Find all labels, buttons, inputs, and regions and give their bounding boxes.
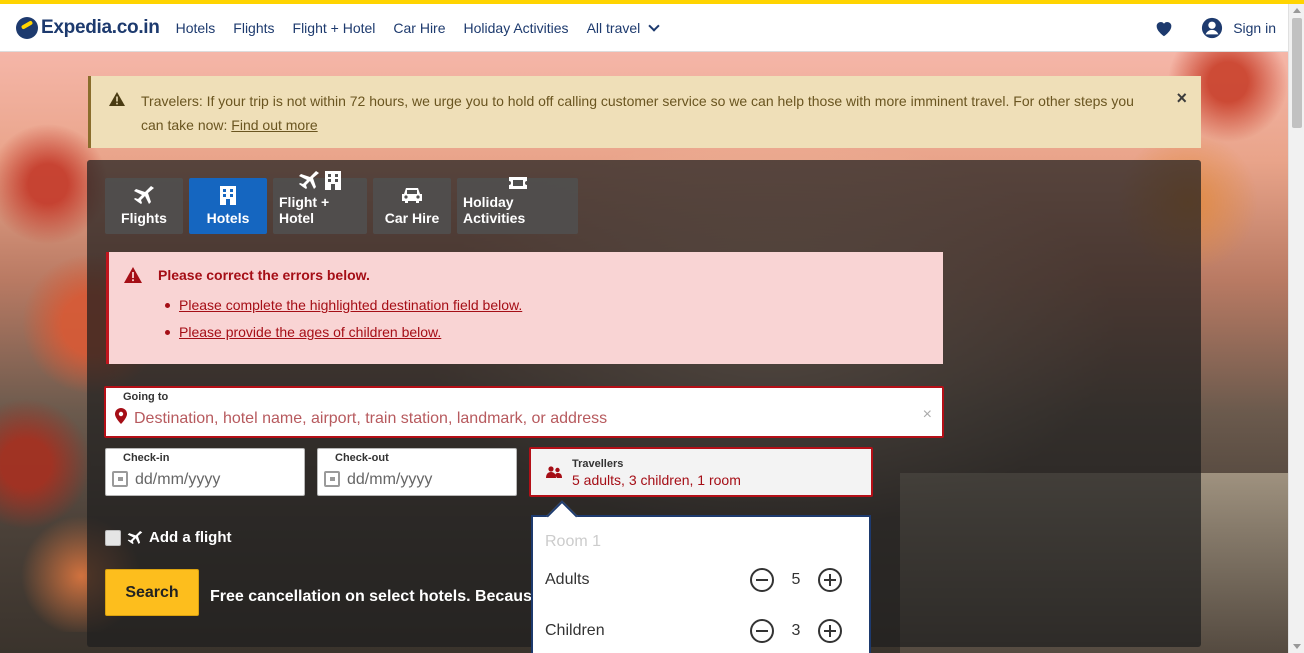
check-out-input[interactable] (347, 469, 507, 491)
travellers-popup: Room 1 Adults 5 Children 3 (531, 500, 871, 653)
adults-count: 5 (791, 571, 801, 588)
check-in-field[interactable]: Check-in (105, 448, 305, 496)
travellers-label: Travellers (572, 458, 624, 470)
minus-icon (756, 579, 768, 581)
add-flight-checkbox[interactable] (105, 529, 121, 546)
decrease-adults-button[interactable] (750, 568, 774, 592)
main-nav: Hotels Flights Flight + Hotel Car Hire H… (176, 20, 677, 36)
logo-icon (16, 16, 38, 39)
nav-hotels[interactable]: Hotels (176, 20, 216, 36)
error-list: Please complete the highlighted destinat… (164, 297, 522, 351)
nav-car-hire[interactable]: Car Hire (393, 20, 445, 36)
nav-all-travel-label: All travel (586, 19, 641, 36)
expedia-logo[interactable]: Expedia.co.in (16, 16, 160, 39)
plane-icon (127, 530, 143, 545)
plane-hotel-icon (298, 170, 342, 190)
scroll-down-icon[interactable] (1293, 644, 1301, 649)
plane-icon (133, 184, 155, 206)
travellers-field[interactable]: Travellers 5 adults, 3 children, 1 room (529, 447, 873, 497)
children-count: 3 (791, 622, 801, 639)
car-icon (401, 184, 423, 206)
increase-children-button[interactable] (818, 619, 842, 643)
warning-icon (109, 92, 125, 106)
tab-car-hire[interactable]: Car Hire (373, 178, 451, 234)
nav-flights[interactable]: Flights (233, 20, 274, 36)
ticket-icon (508, 176, 528, 190)
scroll-thumb[interactable] (1292, 18, 1302, 128)
user-icon[interactable] (1201, 17, 1223, 39)
error-children-ages-link[interactable]: Please provide the ages of children belo… (179, 324, 441, 340)
adults-row: Adults 5 (545, 567, 845, 593)
logo-text: Expedia.co.in (41, 16, 160, 38)
destination-label: Going to (123, 391, 169, 403)
find-out-more-link[interactable]: Find out more (231, 117, 317, 133)
destination-input[interactable] (134, 408, 894, 430)
hotel-icon (219, 184, 237, 206)
tab-flight-hotel[interactable]: Flight + Hotel (273, 171, 367, 234)
adults-label: Adults (545, 571, 590, 588)
page-scrollbar[interactable] (1288, 4, 1304, 653)
tab-hotels-label: Hotels (206, 210, 250, 226)
site-header: Expedia.co.in Hotels Flights Flight + Ho… (0, 4, 1288, 52)
tab-holiday-activities[interactable]: Holiday Activities (457, 176, 578, 234)
children-row: Children 3 (545, 618, 845, 644)
advisory-text: Travelers: If your trip is not within 72… (141, 89, 1141, 137)
scroll-up-icon[interactable] (1293, 8, 1301, 13)
error-item: Please provide the ages of children belo… (164, 324, 522, 340)
tab-hotels[interactable]: Hotels (189, 178, 267, 234)
error-title: Please correct the errors below. (158, 267, 370, 283)
children-label: Children (545, 622, 605, 639)
add-flight-label: Add a flight (149, 529, 232, 546)
heart-icon[interactable] (1153, 17, 1175, 39)
check-out-field[interactable]: Check-out (317, 448, 517, 496)
plus-icon-vertical (829, 625, 831, 637)
header-actions: Sign in (1153, 4, 1276, 52)
free-cancellation-text: Free cancellation on select hotels. Beca… (210, 588, 532, 605)
travel-advisory-banner: Travelers: If your trip is not within 72… (88, 76, 1201, 148)
calendar-icon (324, 471, 340, 487)
nav-all-travel[interactable]: All travel (586, 19, 660, 36)
check-in-label: Check-in (123, 452, 170, 464)
close-advisory-button[interactable]: × (1176, 88, 1187, 109)
minus-icon (756, 630, 768, 632)
error-destination-link[interactable]: Please complete the highlighted destinat… (179, 297, 522, 313)
map-pin-icon (115, 408, 127, 424)
tab-flights-label: Flights (121, 210, 167, 226)
travellers-value: 5 adults, 3 children, 1 room (572, 472, 741, 488)
room-heading: Room 1 (545, 533, 602, 550)
check-in-input[interactable] (135, 469, 295, 491)
clear-destination-button[interactable]: × (923, 406, 932, 424)
search-tabs: Flights Hotels Flight + Hotel Car Hire H… (105, 171, 584, 234)
tab-car-hire-label: Car Hire (384, 210, 440, 226)
check-out-label: Check-out (335, 452, 389, 464)
increase-adults-button[interactable] (818, 568, 842, 592)
chevron-down-icon (648, 19, 660, 32)
error-item: Please complete the highlighted destinat… (164, 297, 522, 313)
nav-holiday-activities[interactable]: Holiday Activities (464, 20, 569, 36)
nav-flight-hotel[interactable]: Flight + Hotel (293, 20, 376, 36)
sign-in-link[interactable]: Sign in (1233, 20, 1276, 36)
people-icon (546, 466, 562, 478)
plus-icon-vertical (829, 574, 831, 586)
decrease-children-button[interactable] (750, 619, 774, 643)
destination-field[interactable]: Going to × (104, 386, 944, 438)
error-summary: Please correct the errors below. Please … (106, 252, 943, 364)
search-button[interactable]: Search (105, 569, 199, 616)
error-warning-icon (124, 267, 142, 283)
calendar-icon (112, 471, 128, 487)
tab-flights[interactable]: Flights (105, 178, 183, 234)
add-flight-option[interactable]: Add a flight (105, 529, 232, 546)
tab-flight-hotel-label: Flight + Hotel (279, 194, 330, 226)
tab-holiday-activities-label: Holiday Activities (463, 194, 526, 226)
